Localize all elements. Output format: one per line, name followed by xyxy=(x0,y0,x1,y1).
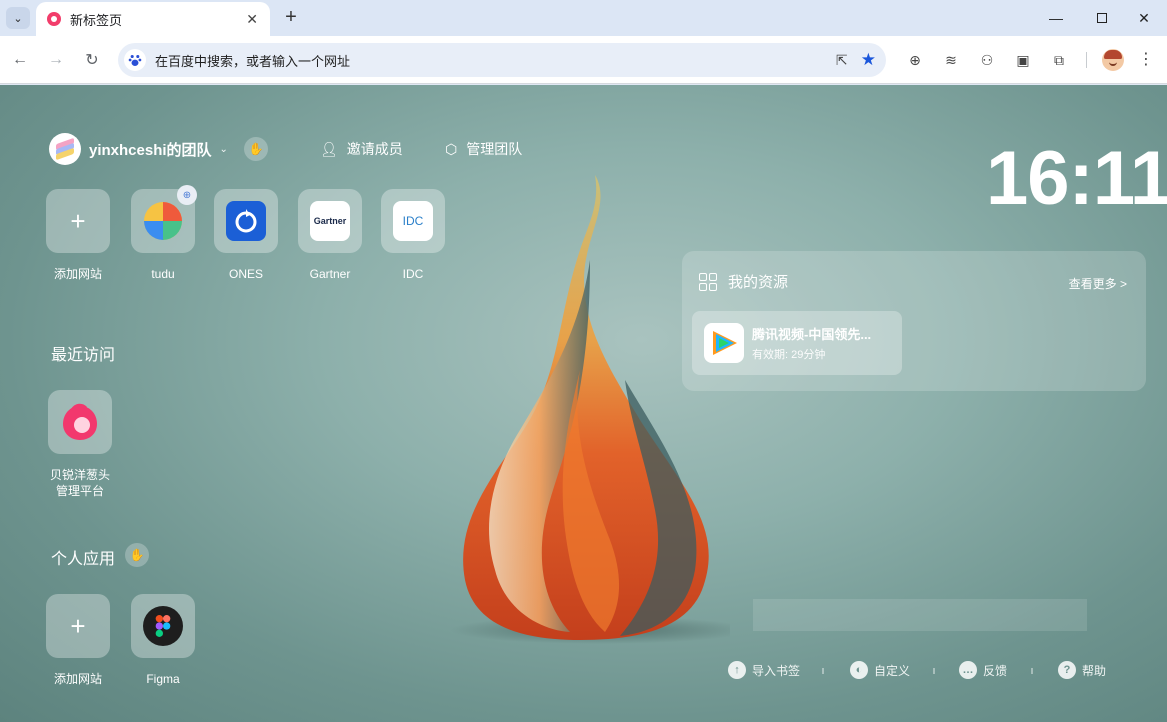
cloud-upload-icon: ↑ xyxy=(728,661,746,679)
pin-badge-icon: ⊕ xyxy=(177,185,197,205)
tab-title: 新标签页 xyxy=(70,12,123,28)
site-label-ones: ONES xyxy=(228,267,263,281)
tab-new-tab[interactable]: 新标签页 ✕ xyxy=(36,2,270,36)
add-site-tile[interactable]: + xyxy=(46,189,110,253)
extension-log-icon[interactable]: ▣ xyxy=(1012,49,1034,71)
onion-icon xyxy=(63,403,97,440)
plus-icon: + xyxy=(70,205,86,236)
my-resources-title-text: 我的资源 xyxy=(728,274,789,291)
team-name: yinxhceshi的团队 xyxy=(89,141,212,159)
my-resources-panel: 我的资源 查看更多 > 腾讯视频-中国领先... 有效期: 29分钟 xyxy=(682,251,1146,391)
chevron-down-icon: ⌄ xyxy=(219,143,228,155)
figma-icon xyxy=(143,606,183,646)
customize-button[interactable]: ◐ 自定义 xyxy=(850,660,910,680)
site-tile-tudu[interactable]: ⊕ xyxy=(131,185,197,253)
site-label-idc: IDC xyxy=(402,267,424,281)
new-tab-button[interactable]: + xyxy=(280,6,302,28)
invite-members-label: 邀请成员 xyxy=(346,141,403,157)
team-selector[interactable]: yinxhceshi的团队 ⌄ xyxy=(49,133,228,165)
team-hand-icon[interactable]: ✋ xyxy=(244,137,268,161)
team-logo-icon xyxy=(49,133,81,165)
maximize-button[interactable] xyxy=(1079,0,1125,36)
site-tile-ones[interactable] xyxy=(214,189,278,253)
personal-section-title: 个人应用 xyxy=(51,551,116,568)
chevron-down-icon: ⌄ xyxy=(13,12,23,25)
ones-icon xyxy=(226,201,266,241)
customize-label: 自定义 xyxy=(874,663,911,678)
share-icon[interactable]: ⇱ xyxy=(831,49,853,71)
my-resources-title: 我的资源 xyxy=(699,271,788,292)
tab-favicon-icon xyxy=(47,12,61,26)
settings-hex-icon: ⬡ xyxy=(445,140,458,157)
gartner-icon: Gartner xyxy=(310,201,350,241)
extension-globe-icon[interactable]: ⊕ xyxy=(904,49,926,71)
site-label-gartner: Gartner xyxy=(309,267,351,281)
forward-button[interactable]: → xyxy=(44,48,68,72)
close-icon[interactable]: ✕ xyxy=(246,11,258,28)
user-icon: 👤︎ xyxy=(320,140,338,157)
browser-toolbar: ← → ↻ 在百度中搜索，或者输入一个网址 ⇱ ★ ⊕ ≋ ⚇ ▣ ⧉ ⋮ xyxy=(0,36,1167,84)
import-bookmarks-label: 导入书签 xyxy=(752,663,801,678)
help-button[interactable]: ? 帮助 xyxy=(1058,660,1106,680)
view-more-link[interactable]: 查看更多 > xyxy=(1069,275,1127,292)
idc-icon: IDC xyxy=(393,201,433,241)
omnibox[interactable]: 在百度中搜索，或者输入一个网址 ⇱ ★ xyxy=(118,43,886,77)
resource-name: 腾讯视频-中国领先... xyxy=(752,327,872,342)
chat-bubble-icon: … xyxy=(959,661,977,679)
maximize-icon xyxy=(1097,13,1107,23)
tudu-icon xyxy=(144,202,182,240)
title-bar: ⌄ 新标签页 ✕ + — ✕ xyxy=(0,0,1167,36)
extensions-puzzle-icon[interactable]: ⧉ xyxy=(1048,49,1070,71)
resource-validity: 有效期: 29分钟 xyxy=(752,349,826,361)
plus-icon: + xyxy=(70,610,86,641)
recent-tile-onion[interactable] xyxy=(48,390,112,454)
omnibox-placeholder: 在百度中搜索，或者输入一个网址 xyxy=(155,53,351,69)
tencent-video-icon xyxy=(704,323,744,363)
footer-separator xyxy=(933,668,935,674)
personal-hand-icon[interactable]: ✋ xyxy=(125,543,149,567)
extension-people-icon[interactable]: ⚇ xyxy=(976,49,998,71)
personal-add-site-label: 添加网站 xyxy=(53,672,102,686)
personal-add-site-tile[interactable]: + xyxy=(46,594,110,658)
add-site-label: 添加网站 xyxy=(53,267,102,281)
import-bookmarks-button[interactable]: ↑ 导入书签 xyxy=(728,660,800,680)
recent-section-title: 最近访问 xyxy=(51,347,116,364)
site-label-tudu: tudu xyxy=(151,267,175,281)
site-tile-idc[interactable]: IDC xyxy=(381,189,445,253)
baidu-icon xyxy=(124,49,146,71)
grid-icon xyxy=(699,272,717,291)
invite-members-button[interactable]: 👤︎ 邀请成员 xyxy=(320,139,403,159)
resource-card[interactable]: 腾讯视频-中国领先... 有效期: 29分钟 xyxy=(692,311,902,375)
help-icon: ? xyxy=(1058,661,1076,679)
palette-icon: ◐ xyxy=(850,661,868,679)
profile-avatar[interactable] xyxy=(1102,49,1124,71)
reload-button[interactable]: ↻ xyxy=(80,48,104,72)
background-overlay-bar xyxy=(753,599,1087,631)
personal-tile-figma[interactable] xyxy=(131,594,195,658)
toolbar-divider xyxy=(1086,52,1087,68)
minimize-button[interactable]: — xyxy=(1033,0,1079,36)
site-tile-gartner[interactable]: Gartner xyxy=(298,189,362,253)
flame-artwork xyxy=(450,175,730,644)
feedback-label: 反馈 xyxy=(983,663,1008,678)
personal-label-figma: Figma xyxy=(146,672,180,686)
close-window-button[interactable]: ✕ xyxy=(1121,0,1167,36)
footer-separator xyxy=(1031,668,1033,674)
tab-search-button[interactable]: ⌄ xyxy=(6,7,30,29)
feedback-button[interactable]: … 反馈 xyxy=(959,660,1007,680)
clock: 16:11 xyxy=(986,136,1167,221)
bookmark-star-icon[interactable]: ★ xyxy=(861,50,876,70)
help-label: 帮助 xyxy=(1082,663,1107,678)
new-tab-page: yinxhceshi的团队 ⌄ ✋ 👤︎ 邀请成员 ⬡ 管理团队 + 添加网站 … xyxy=(0,85,1167,722)
manage-team-button[interactable]: ⬡ 管理团队 xyxy=(445,139,522,159)
back-button[interactable]: ← xyxy=(8,48,32,72)
recent-label-line2: 管理平台 xyxy=(55,484,104,498)
footer-separator xyxy=(822,668,824,674)
extension-layers-icon[interactable]: ≋ xyxy=(940,49,962,71)
manage-team-label: 管理团队 xyxy=(466,141,523,157)
recent-label-line1: 贝锐洋葱头 xyxy=(49,468,110,482)
menu-dots-icon[interactable]: ⋮ xyxy=(1138,50,1154,72)
